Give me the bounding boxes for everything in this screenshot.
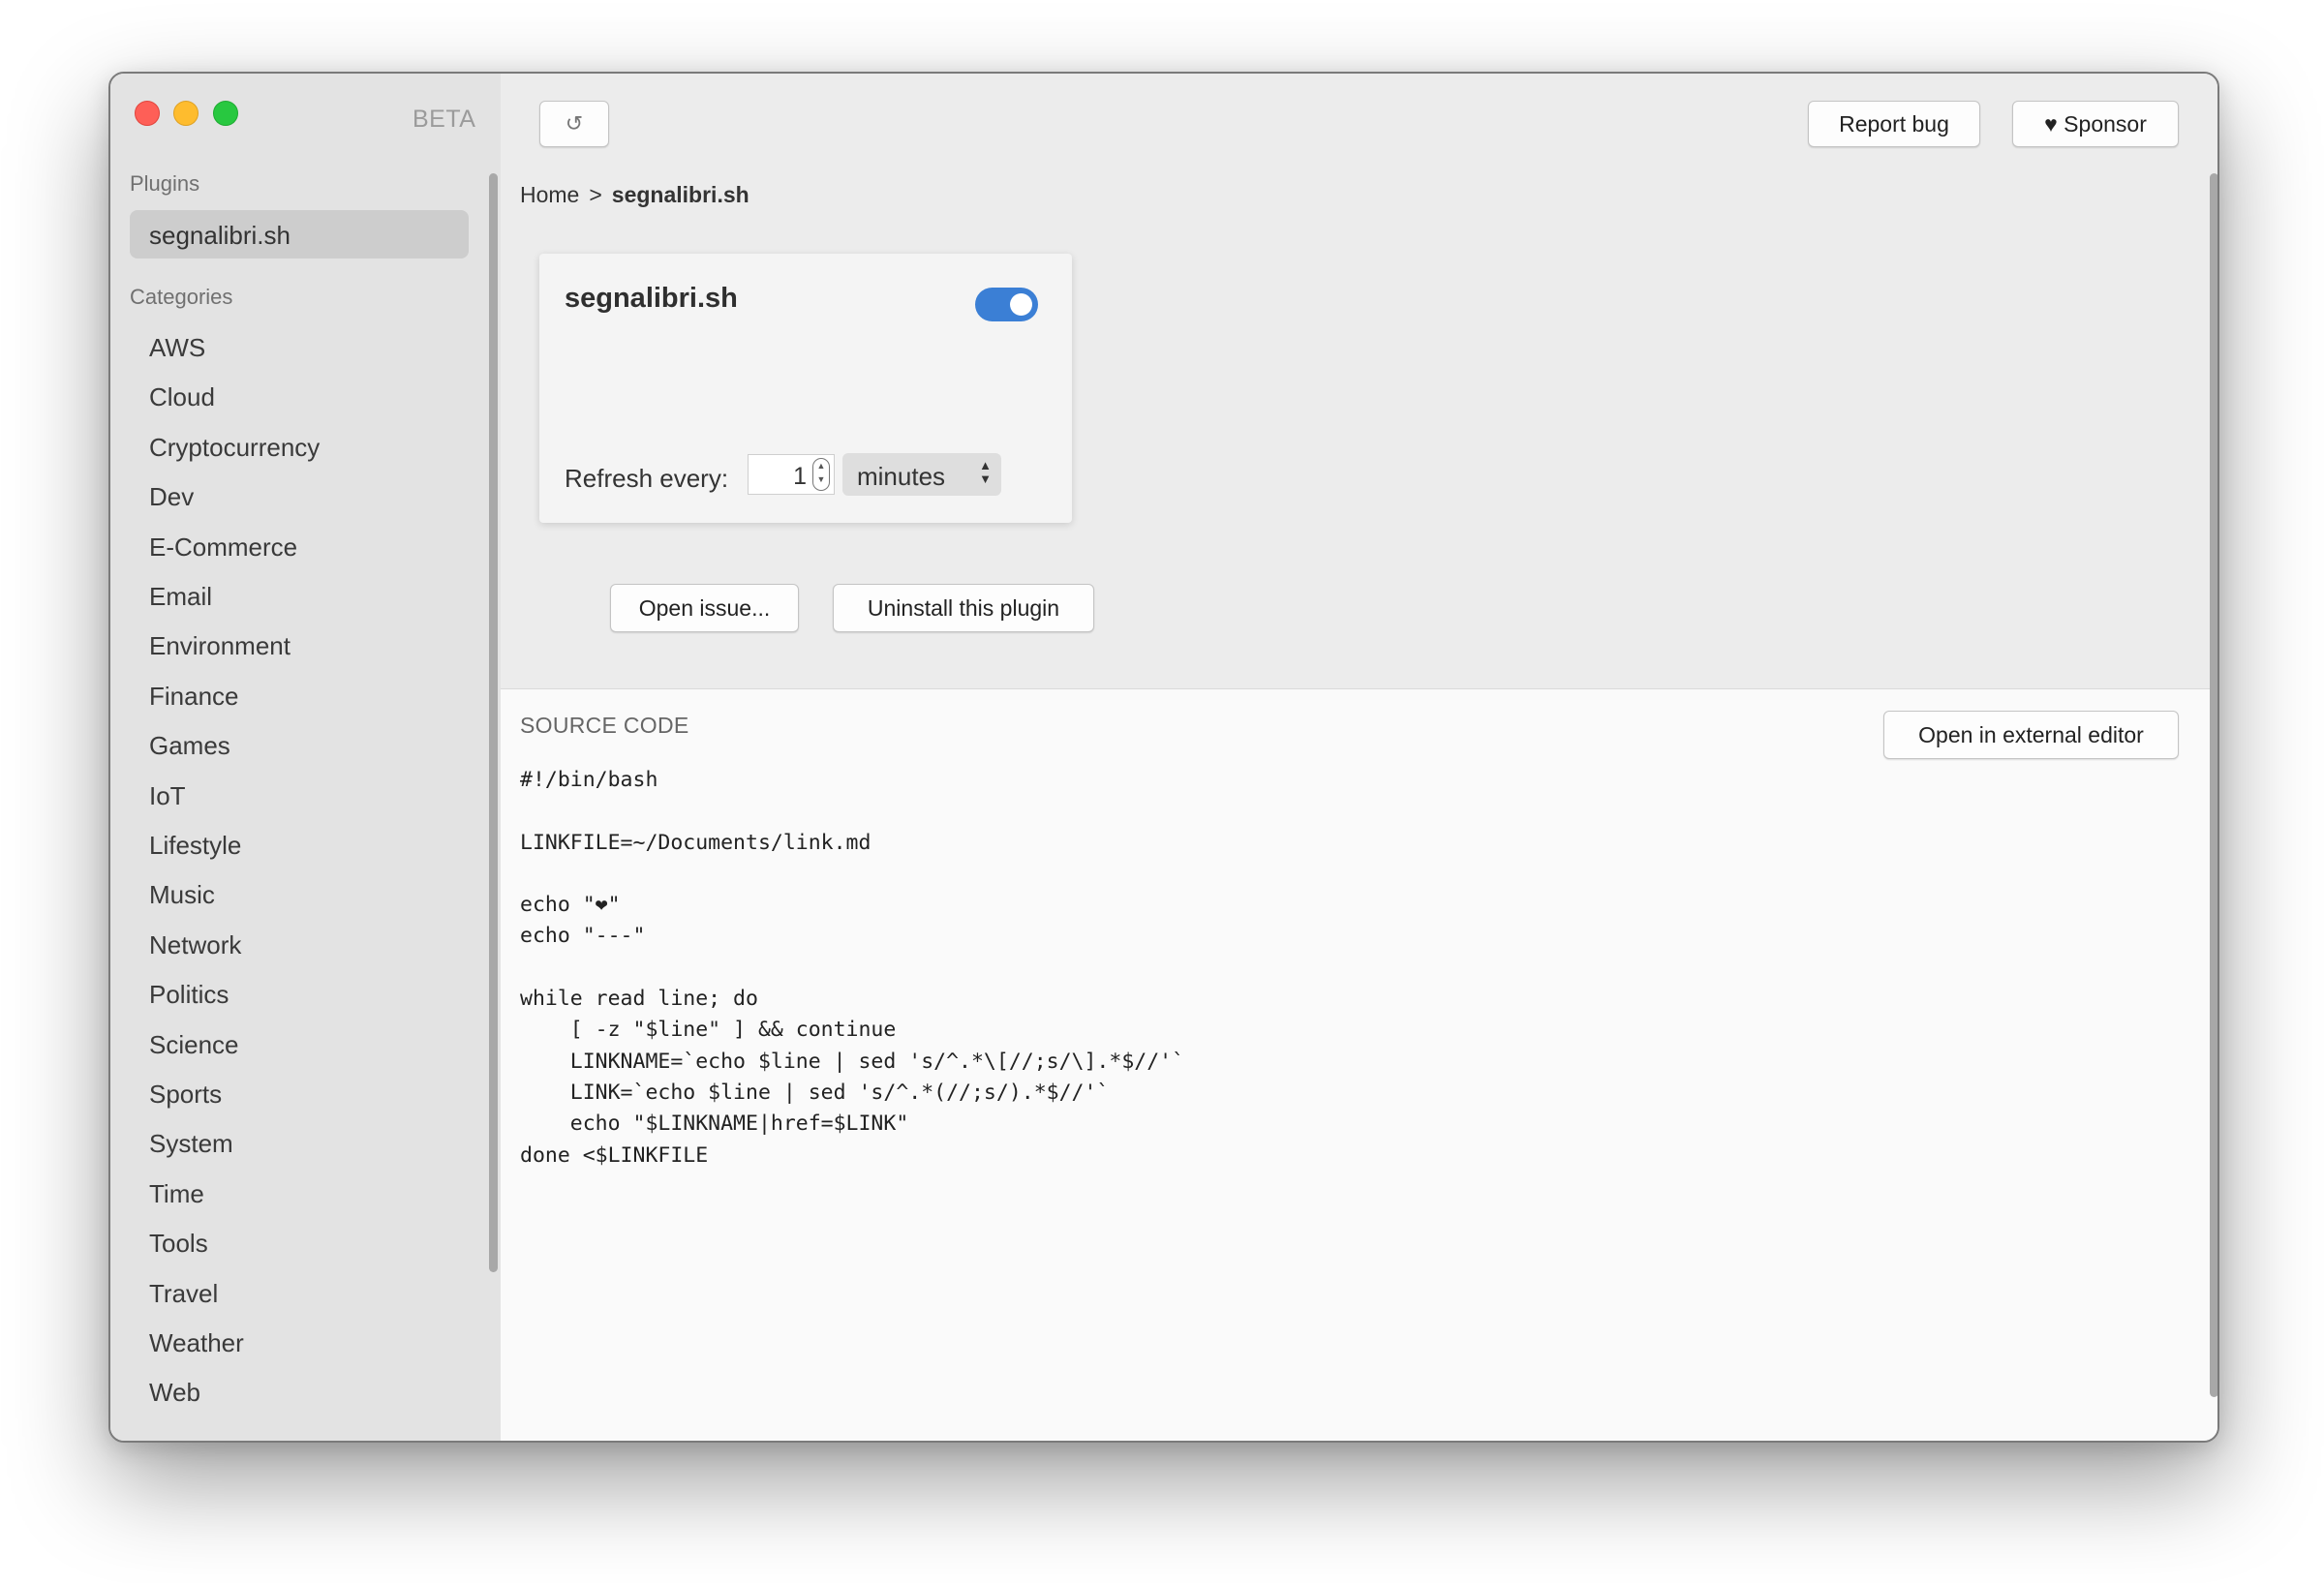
category-aws[interactable]: AWS (149, 333, 205, 363)
open-issue-button[interactable]: Open issue... (610, 584, 799, 632)
sidebar-plugin-label: segnalibri.sh (149, 221, 290, 250)
breadcrumb-current: segnalibri.sh (611, 182, 749, 207)
reload-icon: ↺ (565, 111, 584, 136)
refresh-interval-field[interactable]: 1 ▲ ▼ (748, 454, 835, 495)
main-pane: ↺ Report bug ♥ Sponsor Home > segnalibri.s… (501, 74, 2217, 1441)
select-arrows-icon: ▲ ▼ (979, 458, 992, 486)
breadcrumb-home[interactable]: Home (520, 182, 579, 207)
category-cloud[interactable]: Cloud (149, 382, 215, 412)
category-music[interactable]: Music (149, 880, 215, 910)
category-time[interactable]: Time (149, 1179, 204, 1209)
categories-heading: Categories (130, 285, 233, 309)
uninstall-plugin-button[interactable]: Uninstall this plugin (833, 584, 1094, 632)
report-bug-button[interactable]: Report bug (1808, 101, 1980, 147)
beta-label: BETA (413, 106, 476, 133)
app-window: BETA Plugins segnalibri.sh Categories AW… (108, 72, 2219, 1443)
main-scrollbar[interactable] (2210, 173, 2217, 1397)
refresh-unit-value: minutes (857, 462, 946, 491)
close-window-button[interactable] (135, 101, 160, 126)
breadcrumb: Home > segnalibri.sh (520, 182, 749, 208)
category-iot[interactable]: IoT (149, 781, 186, 811)
minimize-window-button[interactable] (173, 101, 199, 126)
source-code-heading: SOURCE CODE (520, 713, 689, 738)
category-travel[interactable]: Travel (149, 1279, 218, 1309)
plugins-heading: Plugins (130, 171, 200, 196)
plugin-settings-area: ↺ Report bug ♥ Sponsor Home > segnalibri.s… (501, 74, 2217, 688)
category-network[interactable]: Network (149, 930, 241, 960)
zoom-window-button[interactable] (213, 101, 238, 126)
category-games[interactable]: Games (149, 731, 230, 761)
category-email[interactable]: Email (149, 582, 212, 612)
stepper-down-icon[interactable]: ▼ (813, 472, 829, 486)
category-lifestyle[interactable]: Lifestyle (149, 831, 241, 861)
stepper-up-icon[interactable]: ▲ (813, 459, 829, 472)
category-science[interactable]: Science (149, 1030, 239, 1060)
plugin-title: segnalibri.sh (565, 283, 738, 314)
plugin-enabled-toggle[interactable] (975, 288, 1038, 321)
sidebar-scrollbar[interactable] (489, 173, 498, 1272)
category-cryptocurrency[interactable]: Cryptocurrency (149, 433, 320, 463)
breadcrumb-separator: > (589, 182, 602, 207)
category-e-commerce[interactable]: E-Commerce (149, 533, 297, 563)
sidebar: BETA Plugins segnalibri.sh Categories AW… (110, 74, 501, 1441)
category-environment[interactable]: Environment (149, 631, 290, 661)
refresh-stepper[interactable]: ▲ ▼ (812, 458, 830, 491)
refresh-interval-value: 1 (793, 463, 807, 490)
open-external-editor-button[interactable]: Open in external editor (1883, 711, 2179, 759)
category-web[interactable]: Web (149, 1378, 200, 1408)
category-weather[interactable]: Weather (149, 1328, 244, 1358)
plugin-card: segnalibri.sh Refresh every: 1 ▲ ▼ minut… (539, 254, 1072, 523)
source-code-block[interactable]: #!/bin/bash LINKFILE=~/Documents/link.md… (520, 765, 1184, 1172)
category-sports[interactable]: Sports (149, 1080, 222, 1110)
category-politics[interactable]: Politics (149, 980, 229, 1010)
reload-button[interactable]: ↺ (539, 101, 609, 147)
toggle-knob (1010, 293, 1032, 316)
sponsor-button[interactable]: ♥ Sponsor (2012, 101, 2179, 147)
refresh-unit-select[interactable]: minutes ▲ ▼ (842, 453, 1001, 496)
sidebar-plugin-segnalibri[interactable]: segnalibri.sh (130, 210, 469, 259)
refresh-label: Refresh every: (565, 464, 729, 493)
category-tools[interactable]: Tools (149, 1229, 208, 1259)
category-finance[interactable]: Finance (149, 682, 239, 712)
category-dev[interactable]: Dev (149, 482, 194, 512)
category-system[interactable]: System (149, 1129, 233, 1159)
